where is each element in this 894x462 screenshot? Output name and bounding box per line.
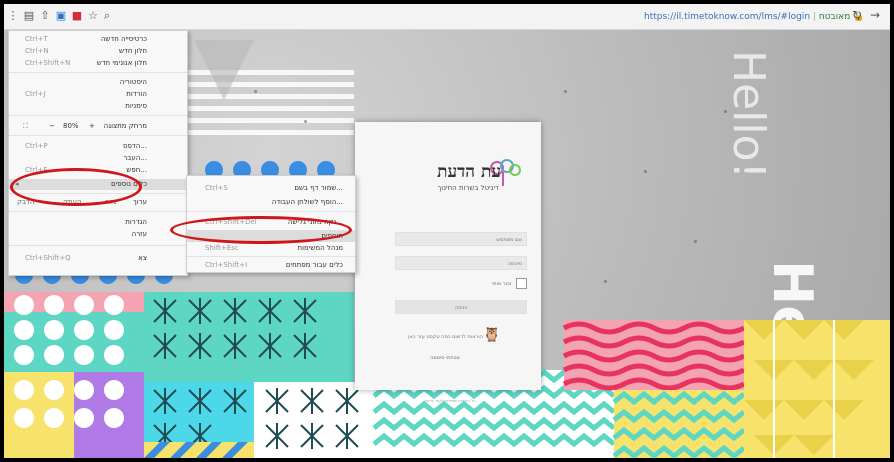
menu-dots-icon[interactable]: ⋮ — [6, 9, 20, 23]
speck — [644, 170, 647, 173]
extension-icon[interactable]: ▤ — [22, 9, 36, 23]
menu-divider — [9, 72, 187, 73]
username-field[interactable]: שם משתמש — [395, 232, 527, 246]
forward-icon[interactable]: → — [870, 8, 880, 22]
shortcut: Ctrl+Shift+I — [205, 261, 248, 269]
submenu-item-devtools[interactable]: Ctrl+Shift+I כלים עבור מפתחים — [187, 259, 355, 271]
menu-label: הוסף לשולחן העבודה... — [271, 198, 343, 206]
highlight-ring-extensions — [170, 216, 352, 244]
menu-item-settings[interactable]: הגדרות — [9, 217, 187, 228]
login-card: עת הדעת דיגיטל בשרות החינוך שם משתמש סיס… — [355, 122, 541, 403]
menu-item-incognito[interactable]: Ctrl+Shift+N חלון אנונימי חדש — [9, 58, 187, 69]
login-button[interactable]: כניסה — [395, 300, 527, 314]
zoom-minus-button[interactable]: − — [49, 121, 55, 132]
page-content: Hello! Hello! — [4, 30, 890, 458]
forgot-password-link[interactable]: שכחתי סיסמה — [395, 355, 495, 361]
speck — [694, 240, 697, 243]
zoom-plus-button[interactable]: + — [89, 121, 95, 132]
search-icon[interactable]: ⌕ — [100, 9, 114, 23]
menu-divider — [9, 115, 187, 116]
menu-divider — [187, 256, 355, 257]
remember-me-label: זכור אותי — [492, 281, 512, 287]
menu-label: מרחק מתצוגה — [103, 122, 147, 130]
menu-label: היסטוריה — [119, 78, 147, 86]
shortcut: Ctrl+J — [25, 90, 46, 98]
logo-subtitle: דיגיטל בשרות החינוך — [437, 184, 499, 192]
menu-label: מנהל המשימות — [297, 244, 343, 252]
menu-label: הגדרות — [125, 218, 147, 226]
menu-label: סימניות — [125, 102, 147, 110]
menu-item-help[interactable]: עזרה — [9, 229, 187, 240]
zoom-value: 80% — [63, 122, 79, 130]
menu-label: חלון אנונימי חדש — [96, 59, 147, 67]
cast-icon[interactable]: ⇧ — [38, 9, 52, 23]
submenu-item-save-page[interactable]: Ctrl+S שמור דף בשם... — [187, 182, 355, 194]
menu-item-new-window[interactable]: Ctrl+N חלון חדש — [9, 46, 187, 57]
menu-item-print[interactable]: Ctrl+P הדפס... — [9, 141, 187, 152]
hint-text: הוראות לרשום כמה טקסט עזר כאן — [408, 334, 483, 340]
remember-me-row[interactable]: זכור אותי — [395, 278, 527, 290]
speck — [604, 280, 607, 283]
menu-label: צא — [138, 254, 147, 262]
save-icon[interactable]: ▣ — [54, 9, 68, 23]
menu-label: העבר... — [123, 154, 147, 162]
owl-icon: 🦉 — [483, 327, 501, 343]
reload-icon[interactable]: ↻ — [852, 8, 862, 22]
menu-divider — [9, 211, 187, 212]
security-label: מאובטח — [818, 12, 851, 22]
shortcut: Ctrl+N — [25, 47, 49, 55]
highlight-ring-more-tools — [10, 168, 142, 206]
shortcut: Ctrl+Shift+N — [25, 59, 71, 67]
shortcut: Shift+Esc — [205, 244, 239, 252]
menu-item-downloads[interactable]: Ctrl+J הורדות — [9, 89, 187, 100]
browser-menu: Ctrl+T כרטיסייה חדשה Ctrl+N חלון חדש Ctrl+… — [8, 30, 188, 276]
menu-label: ערוך — [133, 198, 147, 206]
menu-label: חפש... — [126, 166, 147, 174]
password-field[interactable]: סיסמה — [395, 256, 527, 270]
menu-divider — [187, 211, 355, 212]
menu-label: עזרה — [131, 230, 147, 238]
remember-checkbox[interactable] — [516, 278, 527, 289]
speck — [304, 120, 307, 123]
url-text[interactable]: https://il.timetoknow.com/lms/#login — [644, 12, 810, 22]
menu-item-history[interactable]: היסטוריה — [9, 77, 187, 88]
menu-label: כרטיסייה חדשה — [100, 35, 147, 43]
browser-toolbar: ⋮ ▤ ⇧ ▣ ■ ☆ ⌕ https://il.timetoknow.com/… — [4, 4, 890, 30]
menu-label: הדפס... — [123, 142, 147, 150]
address-bar[interactable]: https://il.timetoknow.com/lms/#login | מ… — [644, 9, 864, 25]
menu-item-bookmarks[interactable]: סימניות — [9, 101, 187, 112]
speck — [564, 90, 567, 93]
speck — [254, 90, 257, 93]
pocket-icon[interactable]: ■ — [70, 9, 84, 23]
menu-item-zoom: ⛶ − 80% + מרחק מתצוגה — [9, 121, 187, 132]
menu-label: הורדות — [126, 90, 147, 98]
menu-item-new-tab[interactable]: Ctrl+T כרטיסייה חדשה — [9, 34, 187, 45]
shortcut: Ctrl+Shift+Q — [25, 254, 71, 262]
shortcut: Ctrl+P — [25, 142, 48, 150]
menu-item-exit[interactable]: Ctrl+Shift+Q צא — [9, 253, 187, 264]
svg-text:Hello!: Hello! — [723, 50, 774, 179]
submenu-item-add-to-desktop[interactable]: הוסף לשולחן העבודה... — [187, 196, 355, 208]
menu-label: כלים עבור מפתחים — [285, 261, 343, 269]
shortcut: Ctrl+T — [25, 35, 48, 43]
footer-text: כל הזכויות שמורות לעת הדעת — [424, 398, 476, 403]
menu-divider — [9, 245, 187, 246]
star-icon[interactable]: ☆ — [86, 9, 100, 23]
menu-label: שמור דף בשם... — [294, 184, 343, 192]
browser-window: ⋮ ▤ ⇧ ▣ ■ ☆ ⌕ https://il.timetoknow.com/… — [4, 4, 890, 458]
shortcut: Ctrl+S — [205, 184, 228, 192]
menu-label: חלון חדש — [119, 47, 147, 55]
menu-item-cast[interactable]: העבר... — [9, 153, 187, 164]
logo-title: עת הדעת — [437, 162, 501, 182]
fullscreen-icon[interactable]: ⛶ — [23, 121, 28, 132]
menu-divider — [9, 135, 187, 136]
screenshot-frame: ⋮ ▤ ⇧ ▣ ■ ☆ ⌕ https://il.timetoknow.com/… — [0, 0, 894, 462]
speck — [724, 110, 727, 113]
